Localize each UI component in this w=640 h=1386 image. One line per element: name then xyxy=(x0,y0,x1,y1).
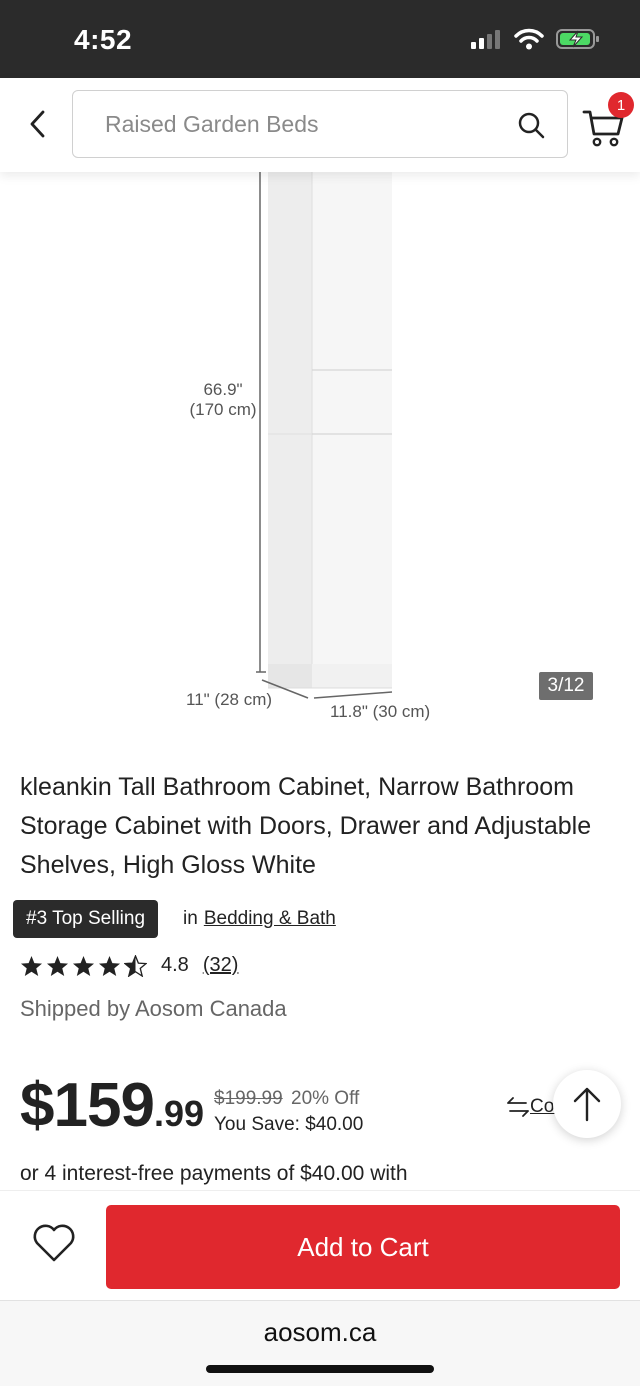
price-cents: .99 xyxy=(153,1093,204,1134)
add-to-cart-button[interactable]: Add to Cart xyxy=(106,1205,620,1289)
status-bar: 4:52 xyxy=(0,0,640,78)
signal-icon xyxy=(470,28,502,55)
battery-icon xyxy=(556,28,600,55)
height-cm: (170 cm) xyxy=(189,400,257,419)
status-icons xyxy=(470,28,600,55)
width-dimension-label: 11.8" (30 cm) xyxy=(330,702,431,721)
search-box[interactable] xyxy=(72,90,568,158)
price-dollars: $159 xyxy=(20,1071,155,1140)
scroll-to-top-button[interactable] xyxy=(553,1070,621,1138)
search-icon[interactable] xyxy=(517,111,545,144)
height-inches: 66.9" xyxy=(203,380,243,399)
back-button[interactable] xyxy=(20,104,56,144)
compare-label: Compare xyxy=(530,1096,556,1117)
star-icon xyxy=(46,955,69,976)
shipped-by: Shipped by Aosom Canada xyxy=(20,996,287,1021)
status-time: 4:52 xyxy=(74,24,133,55)
product-title: kleankin Tall Bathroom Cabinet, Narrow B… xyxy=(20,773,592,879)
top-header: 1 xyxy=(0,78,640,172)
review-count-link[interactable]: (32) xyxy=(203,954,239,977)
search-input[interactable] xyxy=(105,91,495,157)
height-dimension-label: 66.9" (170 cm) xyxy=(178,380,268,420)
cart-count-badge: 1 xyxy=(608,92,634,118)
wishlist-button[interactable] xyxy=(32,1223,78,1265)
url-text[interactable]: aosom.ca xyxy=(0,1317,640,1348)
wifi-icon xyxy=(514,28,544,55)
product-image[interactable]: 66.9" (170 cm) 11" (28 cm) 11.8" (30 cm) xyxy=(0,172,640,732)
top-selling-badge: #3 Top Selling xyxy=(13,900,159,938)
rating-value: 4.8 xyxy=(161,954,189,976)
compare-arrows-icon xyxy=(507,1097,529,1117)
rank-in-label: in xyxy=(183,908,198,929)
current-price: $159.99 xyxy=(20,1070,204,1141)
arrow-up-icon xyxy=(573,1087,601,1122)
compare-button[interactable]: Compare xyxy=(506,1096,556,1118)
depth-dimension-label: 11" (28 cm) xyxy=(186,690,273,709)
chevron-left-icon xyxy=(30,110,45,138)
discount-percent: 20% Off xyxy=(291,1088,360,1109)
star-icon xyxy=(98,955,121,976)
rating-row[interactable]: 4.8 (32) xyxy=(20,954,238,977)
installment-info: or 4 interest-free payments of $40.00 wi… xyxy=(20,1162,408,1185)
star-icon xyxy=(72,955,95,976)
star-icon xyxy=(20,955,43,976)
star-rating xyxy=(20,954,147,977)
cabinet-illustration xyxy=(256,172,393,699)
half-star-icon xyxy=(124,954,147,977)
cart-button[interactable]: 1 xyxy=(582,92,634,154)
category-link[interactable]: Bedding & Bath xyxy=(204,908,336,930)
image-counter: 3/12 xyxy=(539,672,593,700)
home-indicator[interactable] xyxy=(206,1365,434,1373)
original-price: $199.99 xyxy=(214,1088,283,1109)
heart-icon xyxy=(33,1224,75,1262)
bottom-action-bar: Add to Cart xyxy=(0,1190,640,1300)
rank-row: #3 Top Selling in Bedding & Bath xyxy=(13,900,336,938)
savings-amount: You Save: $40.00 xyxy=(214,1114,364,1135)
browser-url-bar[interactable]: aosom.ca xyxy=(0,1300,640,1386)
